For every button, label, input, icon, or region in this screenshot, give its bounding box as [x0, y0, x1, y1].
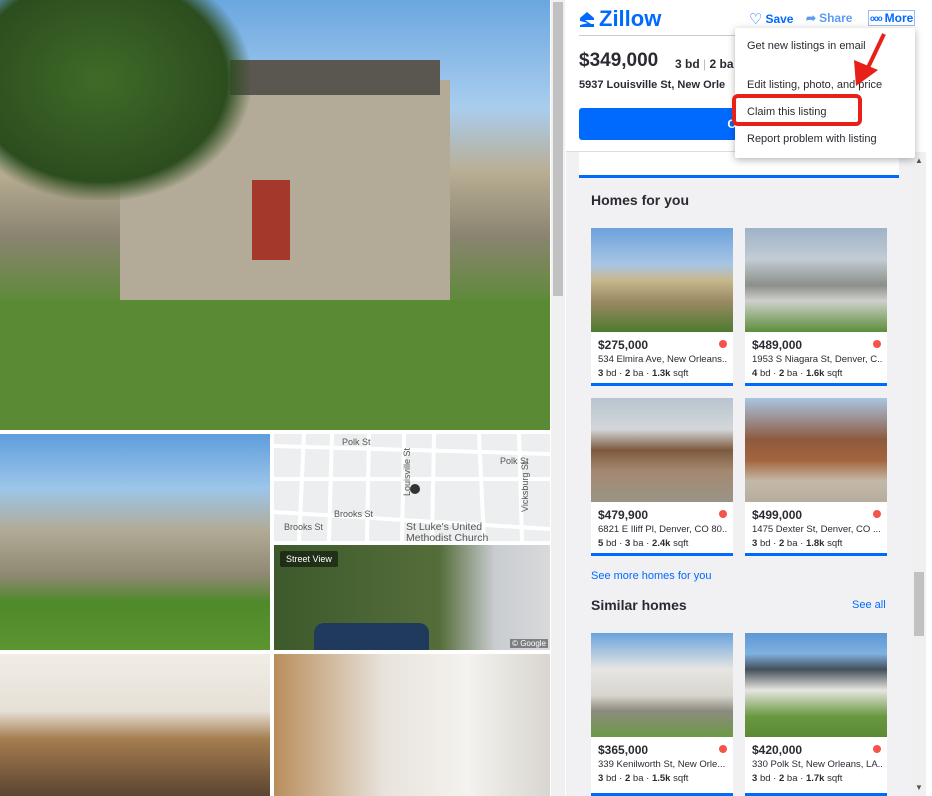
- photo-2[interactable]: [0, 434, 270, 650]
- home-card[interactable]: $499,000 1475 Dexter St, Denver, CO ... 3 …: [745, 398, 887, 556]
- card-price: $275,000: [598, 338, 649, 352]
- home-card[interactable]: $275,000 534 Elmira Ave, New Orleans... 3 …: [591, 228, 733, 386]
- home-card[interactable]: $489,000 1953 S Niagara St, Denver, C... 4…: [745, 228, 887, 386]
- card-address: 1475 Dexter St, Denver, CO ...: [752, 524, 881, 535]
- map-label: Brooks St: [334, 509, 374, 519]
- scroll-up-arrow-icon[interactable]: ▲: [915, 156, 923, 165]
- status-dot-icon: [873, 745, 881, 753]
- card-address: 6821 E Iliff Pl, Denver, CO 80...: [598, 524, 728, 535]
- beds-value: 3 bd: [675, 57, 700, 71]
- home-photo: [745, 398, 887, 502]
- similar-homes-title: Similar homes: [591, 597, 687, 613]
- share-icon: ➦: [806, 11, 817, 25]
- similar-home-card[interactable]: $365,000 339 Kenilworth St, New Orle... 3 …: [591, 633, 733, 796]
- main-photo[interactable]: [0, 0, 550, 430]
- save-button[interactable]: ♡ Save: [749, 10, 793, 28]
- status-dot-icon: [719, 745, 727, 753]
- homes-for-you-title: Homes for you: [591, 192, 690, 208]
- card-address: 1953 S Niagara St, Denver, C...: [752, 354, 882, 365]
- lawn: [0, 300, 550, 430]
- zillow-logo[interactable]: Zillow: [578, 6, 661, 32]
- card-facts: 3 bd · 2 ba · 1.7k sqft: [752, 773, 843, 784]
- photo-living-room[interactable]: [0, 654, 270, 796]
- map-poi-label: St Luke's United Methodist Church: [406, 521, 489, 542]
- status-dot-icon: [873, 340, 881, 348]
- card-facts: 4 bd · 2 ba · 1.6k sqft: [752, 368, 843, 379]
- menu-item-report-problem[interactable]: Report problem with listing: [747, 133, 877, 145]
- see-more-homes-link[interactable]: See more homes for you: [591, 570, 711, 582]
- see-all-link[interactable]: See all: [852, 599, 886, 611]
- card-facts: 3 bd · 2 ba · 1.3k sqft: [598, 368, 689, 379]
- map-label: Polk St: [342, 437, 371, 447]
- logo-text: Zillow: [599, 6, 662, 31]
- status-dot-icon: [873, 510, 881, 518]
- home-photo: [591, 228, 733, 332]
- home-photo: [745, 633, 887, 737]
- map-label-vicksburg: Vicksburg St: [520, 461, 530, 512]
- baths-value: 2 ba: [709, 57, 734, 71]
- map-thumbnail[interactable]: Polk St Polk St Louisville St Vicksburg …: [274, 434, 550, 541]
- street-view-thumbnail[interactable]: Street View © Google: [274, 545, 550, 650]
- red-arrow-icon: [854, 33, 886, 86]
- card-facts: 3 bd · 2 ba · 1.8k sqft: [752, 538, 843, 549]
- more-button[interactable]: ooo More: [868, 10, 916, 26]
- house-roof: [230, 60, 440, 95]
- listing-beds: 3 bd | 2 ba: [675, 57, 734, 71]
- more-label: More: [884, 11, 914, 25]
- card-price: $420,000: [752, 743, 803, 757]
- home-card[interactable]: $479,900 6821 E Iliff Pl, Denver, CO 80..…: [591, 398, 733, 556]
- menu-item-get-listings-email[interactable]: Get new listings in email: [747, 40, 866, 52]
- scroll-down-arrow-icon[interactable]: ▼: [915, 783, 923, 792]
- status-dot-icon: [719, 510, 727, 518]
- status-dot-icon: [719, 340, 727, 348]
- card-price: $365,000: [598, 743, 649, 757]
- scrollbar-thumb[interactable]: [914, 572, 924, 636]
- photo-dining-room[interactable]: [274, 654, 550, 796]
- highlight-box: [732, 94, 862, 126]
- share-button[interactable]: ➦ Share: [806, 11, 852, 25]
- save-label: Save: [765, 12, 794, 26]
- card-facts: 3 bd · 2 ba · 1.5k sqft: [598, 773, 689, 784]
- listing-address: 5937 Louisville St, New Orle: [579, 79, 726, 91]
- card-address: 339 Kenilworth St, New Orle...: [598, 759, 726, 770]
- home-photo: [591, 633, 733, 737]
- listing-price: $349,000: [579, 50, 659, 71]
- google-copyright: © Google: [510, 639, 548, 648]
- card-price: $479,900: [598, 508, 649, 522]
- ellipsis-icon: ooo: [870, 13, 883, 23]
- card-price: $499,000: [752, 508, 803, 522]
- similar-home-card[interactable]: $420,000 330 Polk St, New Orleans, LA... 3…: [745, 633, 887, 796]
- share-label: Share: [819, 11, 853, 25]
- scrollbar-thumb[interactable]: [553, 2, 563, 296]
- home-photo: [745, 228, 887, 332]
- gallery-scrollbar[interactable]: [551, 0, 565, 796]
- zillow-logo-icon: [580, 12, 594, 27]
- car: [314, 623, 429, 650]
- panel-scrollbar[interactable]: ▲ ▼: [912, 152, 926, 796]
- map-label: Brooks St: [284, 522, 324, 532]
- street-view-badge: Street View: [280, 551, 338, 567]
- card-address: 330 Polk St, New Orleans, LA...: [752, 759, 882, 770]
- card-price: $489,000: [752, 338, 803, 352]
- card-address: 534 Elmira Ave, New Orleans...: [598, 354, 728, 365]
- card-facts: 5 bd · 3 ba · 2.4k sqft: [598, 538, 689, 549]
- map-label-louisville: Louisville St: [402, 447, 412, 496]
- front-door: [252, 180, 290, 260]
- heart-icon: ♡: [749, 11, 763, 28]
- home-photo: [591, 398, 733, 502]
- tree: [0, 0, 250, 200]
